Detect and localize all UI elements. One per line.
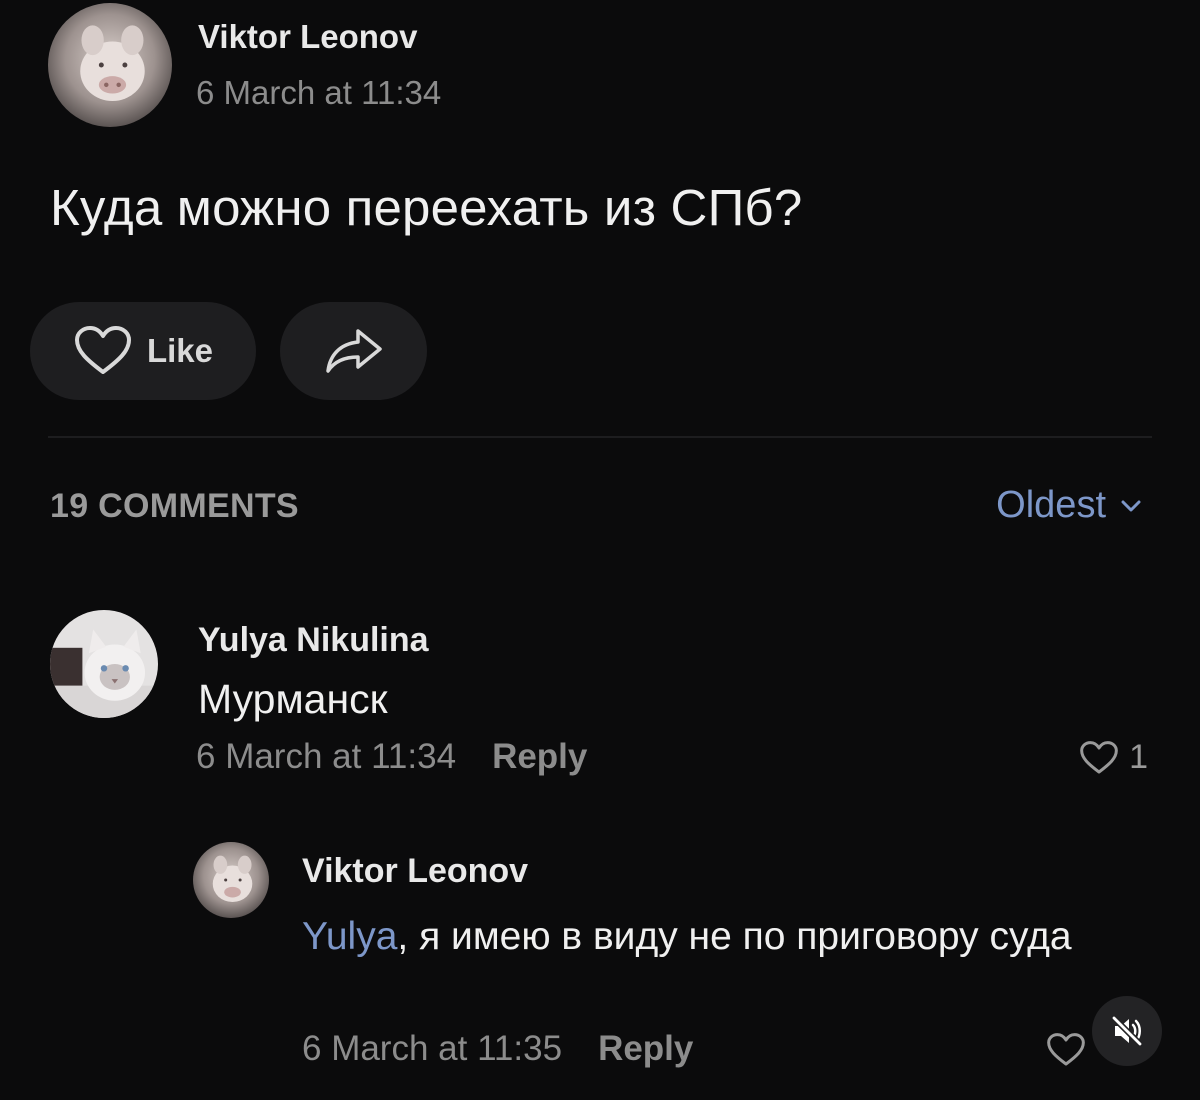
divider (48, 436, 1152, 438)
chevron-down-icon (1121, 500, 1141, 511)
comments-count: 19 COMMENTS (50, 487, 299, 525)
cat-avatar-icon (50, 610, 158, 718)
pig-avatar-icon (193, 842, 269, 918)
muted-speaker-icon (1111, 1015, 1143, 1047)
comment-author-name[interactable]: Yulya Nikulina (198, 621, 429, 660)
heart-outline-icon (74, 326, 131, 374)
reply-text-body: , я имею в виду не по приговору суда (397, 915, 1072, 958)
post-author-avatar[interactable] (48, 3, 172, 127)
mute-button[interactable] (1092, 996, 1162, 1066)
share-arrow-icon (325, 329, 382, 373)
like-button[interactable]: Like (30, 302, 256, 400)
heart-outline-icon (1047, 1033, 1085, 1066)
mention-link[interactable]: Yulya (302, 915, 397, 958)
reply-button[interactable]: Reply (492, 737, 587, 776)
comment-meta: 6 March at 11:34 Reply (196, 737, 587, 777)
heart-outline-icon (1080, 740, 1118, 773)
reply-text: Yulya, я имею в виду не по приговору суд… (302, 908, 1162, 966)
sort-label: Oldest (996, 484, 1106, 526)
reply-author-name[interactable]: Viktor Leonov (302, 852, 528, 891)
comment-like-button[interactable]: 1 (1079, 738, 1148, 777)
sort-dropdown[interactable]: Oldest (996, 484, 1142, 527)
share-button[interactable] (280, 302, 427, 400)
post-author-name[interactable]: Viktor Leonov (198, 18, 417, 56)
post-timestamp: 6 March at 11:34 (196, 74, 442, 111)
reply-meta: 6 March at 11:35 Reply (302, 1029, 693, 1069)
comment-like-count: 1 (1129, 738, 1148, 776)
reply-timestamp: 6 March at 11:35 (302, 1029, 563, 1068)
reply-like-button[interactable] (1046, 1032, 1086, 1073)
comment-text: Мурманск (198, 676, 388, 722)
like-button-label: Like (146, 332, 214, 369)
pig-avatar-icon (48, 3, 172, 127)
comment-timestamp: 6 March at 11:34 (196, 737, 457, 776)
post-text: Куда можно переехать из СПб? (50, 179, 803, 236)
reply-button[interactable]: Reply (598, 1029, 693, 1068)
reply-author-avatar[interactable] (193, 842, 269, 918)
comment-author-avatar[interactable] (50, 610, 158, 718)
